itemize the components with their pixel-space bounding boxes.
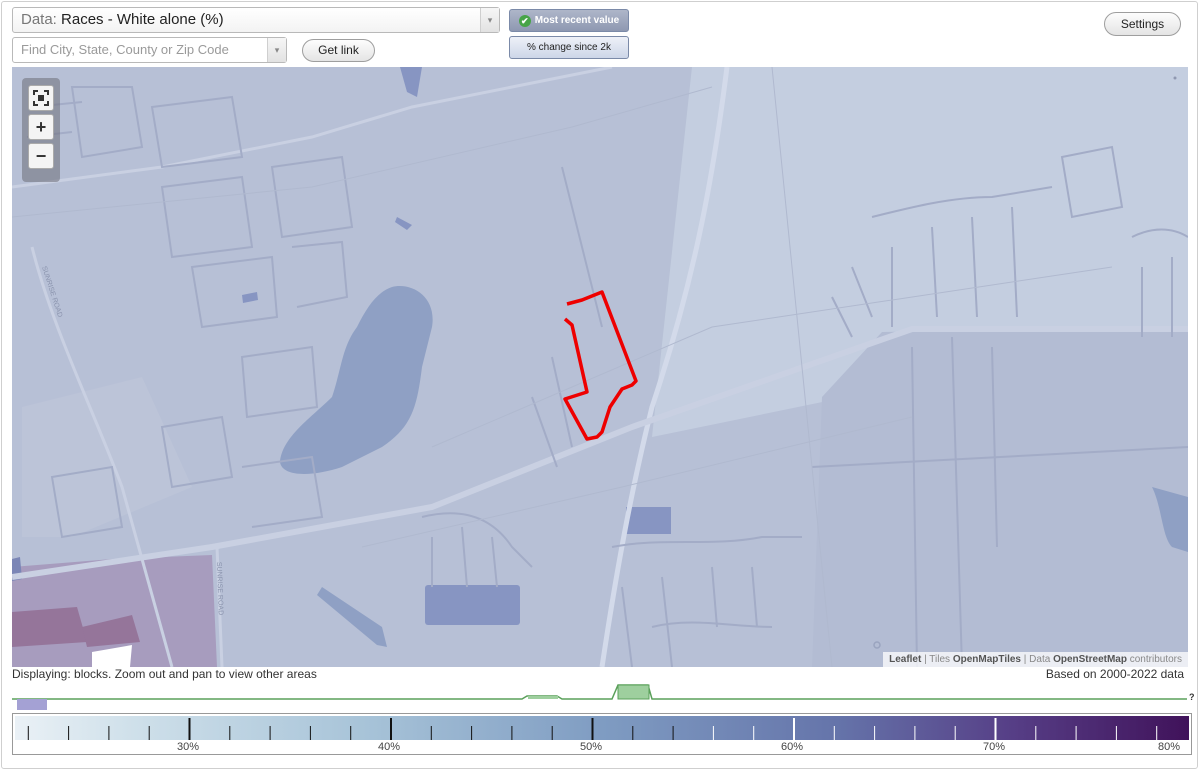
data-select-value: Races - White alone (%) — [61, 11, 224, 28]
zoom-out-button[interactable]: − — [28, 143, 54, 169]
displaying-text: Displaying: blocks. Zoom out and pan to … — [12, 667, 317, 681]
histogram-selected-marker — [17, 699, 47, 710]
attrib-sep-1: | Tiles — [921, 654, 953, 665]
map-tiles: SUNRISE ROAD SUNRISE ROAD — [12, 67, 1188, 667]
pct-change-toggle[interactable]: % change since 2k — [509, 36, 629, 59]
most-recent-value-toggle[interactable]: ✔ Most recent value — [509, 9, 629, 32]
zoom-in-button[interactable]: + — [28, 114, 54, 140]
scale-label-50: 50% — [579, 741, 603, 753]
scale-label-40: 40% — [377, 741, 401, 753]
scale-label-60: 60% — [780, 741, 804, 753]
map-view[interactable]: SUNRISE ROAD SUNRISE ROAD + − Leaflet | … — [12, 67, 1188, 667]
openmaptiles-link[interactable]: OpenMapTiles — [953, 654, 1021, 665]
color-scale-ticks — [27, 718, 1158, 740]
scale-label-30: 30% — [176, 741, 200, 753]
leaflet-link[interactable]: Leaflet — [889, 654, 921, 665]
value-histogram: ? — [12, 684, 1194, 710]
histogram-bar-minor — [528, 696, 558, 699]
based-on-text: Based on 2000-2022 data — [1045, 667, 1184, 681]
check-icon: ✔ — [518, 15, 531, 27]
fullscreen-button[interactable] — [28, 85, 54, 111]
get-link-button[interactable]: Get link — [302, 39, 375, 62]
map-attribution: Leaflet | Tiles OpenMapTiles | Data Open… — [883, 652, 1188, 667]
attrib-contrib: contributors — [1126, 654, 1182, 665]
most-recent-label: Most recent value — [534, 15, 620, 26]
settings-button[interactable]: Settings — [1104, 12, 1181, 36]
attrib-sep-2: | Data — [1021, 654, 1054, 665]
search-placeholder: Find City, State, County or Zip Code — [21, 42, 229, 57]
search-input[interactable]: Find City, State, County or Zip Code ▾ — [12, 37, 287, 63]
data-select[interactable]: Data: Races - White alone (%) ▾ — [12, 7, 500, 33]
color-scale[interactable]: 30% 40% 50% 60% 70% 80% — [12, 713, 1192, 755]
data-select-label: Data: — [21, 11, 57, 28]
openstreetmap-link[interactable]: OpenStreetMap — [1053, 654, 1127, 665]
histogram-question: ? — [1189, 692, 1194, 702]
fullscreen-icon — [33, 90, 49, 106]
color-scale-gradient — [15, 716, 1189, 740]
scale-label-70: 70% — [982, 741, 1006, 753]
chevron-down-icon[interactable]: ▾ — [480, 8, 499, 32]
map-zoom-controls: + − — [22, 78, 60, 182]
scale-label-80: 80% — [1157, 741, 1181, 753]
chevron-down-icon[interactable]: ▾ — [267, 38, 286, 62]
histogram-bar-peak — [617, 684, 650, 700]
